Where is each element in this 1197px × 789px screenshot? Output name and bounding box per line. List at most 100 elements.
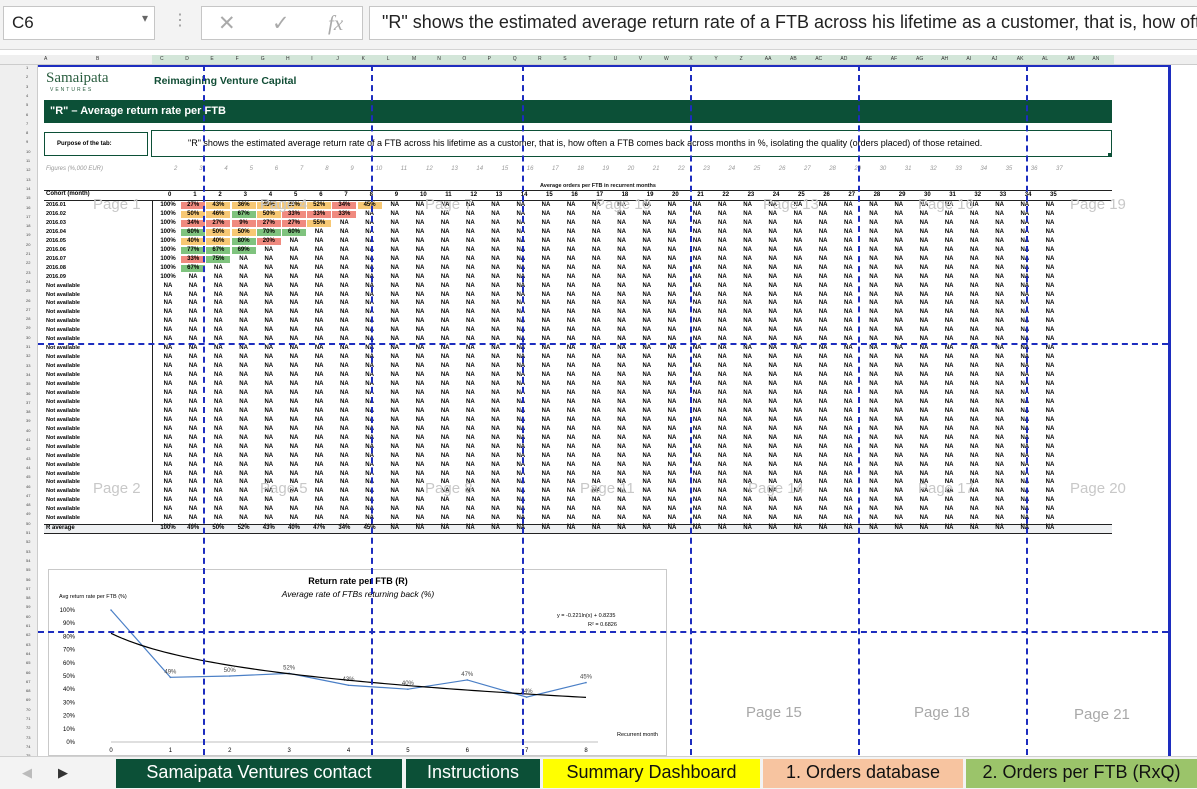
table-cell[interactable]: NA (509, 363, 533, 370)
table-cell[interactable]: NA (181, 372, 205, 379)
table-cell[interactable]: NA (912, 238, 936, 245)
table-cell[interactable]: NA (887, 265, 911, 272)
table-cell[interactable]: 80% (231, 237, 256, 245)
table-cell[interactable]: NA (887, 229, 911, 236)
table-cell[interactable]: NA (509, 462, 533, 469)
table-cell[interactable]: NA (761, 274, 785, 281)
row-number[interactable]: 22 (26, 260, 30, 265)
table-cell[interactable]: NA (383, 417, 407, 424)
table-cell[interactable]: NA (181, 274, 205, 281)
column-letter[interactable]: AJ (992, 56, 998, 62)
table-cell[interactable]: NA (685, 327, 709, 334)
table-cell[interactable]: NA (408, 399, 432, 406)
row-number[interactable]: 3 (26, 84, 28, 89)
table-cell[interactable]: NA (962, 471, 986, 478)
table-cell[interactable]: NA (584, 283, 608, 290)
table-cell[interactable]: NA (937, 462, 961, 469)
table-cell[interactable]: NA (610, 471, 634, 478)
table-cell[interactable]: NA (887, 274, 911, 281)
table-cell[interactable]: NA (358, 390, 382, 397)
table-cell[interactable]: NA (811, 399, 835, 406)
table-cell[interactable]: 75% (206, 255, 231, 263)
table-cell[interactable]: NA (433, 399, 457, 406)
table-cell[interactable]: NA (559, 408, 583, 415)
table-cell[interactable]: NA (660, 381, 684, 388)
table-cell[interactable]: NA (307, 488, 331, 495)
table-cell[interactable]: NA (282, 408, 306, 415)
table-cell[interactable]: NA (282, 462, 306, 469)
table-cell[interactable]: NA (534, 426, 558, 433)
table-cell[interactable]: NA (484, 372, 508, 379)
table-cell[interactable]: NA (282, 381, 306, 388)
table-cell[interactable]: NA (156, 426, 180, 433)
table-cell[interactable]: NA (1013, 372, 1037, 379)
table-cell[interactable]: NA (484, 211, 508, 218)
table-cell[interactable]: NA (156, 363, 180, 370)
table-cell[interactable]: NA (786, 399, 810, 406)
table-cell[interactable]: NA (408, 435, 432, 442)
table-cell[interactable]: NA (962, 292, 986, 299)
table-cell[interactable]: NA (358, 488, 382, 495)
table-cell[interactable]: NA (660, 211, 684, 218)
table-cell[interactable]: 100% (156, 220, 180, 227)
table-cell[interactable]: NA (433, 506, 457, 513)
table-cell[interactable]: NA (433, 229, 457, 236)
table-cell[interactable]: NA (307, 292, 331, 299)
table-cell[interactable]: NA (710, 265, 734, 272)
table-cell[interactable]: NA (736, 229, 760, 236)
table-cell[interactable]: NA (962, 444, 986, 451)
table-cell[interactable]: NA (332, 300, 356, 307)
table-cell[interactable]: NA (761, 309, 785, 316)
table-cell[interactable]: NA (962, 309, 986, 316)
table-cell[interactable]: NA (181, 283, 205, 290)
table-cell[interactable]: NA (862, 300, 886, 307)
table-cell[interactable]: NA (1038, 345, 1062, 352)
table-cell[interactable]: NA (206, 453, 230, 460)
table-cell[interactable]: NA (232, 479, 256, 486)
row-number[interactable]: 61 (26, 623, 30, 628)
table-cell[interactable]: NA (962, 354, 986, 361)
table-cell[interactable]: NA (383, 479, 407, 486)
table-cell[interactable]: NA (282, 265, 306, 272)
table-cell[interactable]: NA (937, 408, 961, 415)
column-letter[interactable]: AI (966, 56, 971, 62)
table-cell[interactable]: NA (1038, 229, 1062, 236)
table-cell[interactable]: NA (786, 318, 810, 325)
table-cell[interactable]: NA (937, 354, 961, 361)
table-cell[interactable]: NA (887, 462, 911, 469)
table-cell[interactable]: NA (887, 283, 911, 290)
table-cell[interactable]: NA (887, 399, 911, 406)
table-cell[interactable]: NA (206, 506, 230, 513)
table-cell[interactable]: NA (836, 363, 860, 370)
table-cell[interactable]: NA (836, 515, 860, 522)
table-cell[interactable]: NA (736, 435, 760, 442)
table-cell[interactable]: NA (584, 444, 608, 451)
table-cell[interactable]: NA (458, 327, 482, 334)
table-cell[interactable]: NA (257, 444, 281, 451)
table-cell[interactable]: NA (156, 381, 180, 388)
table-cell[interactable]: NA (408, 318, 432, 325)
table-cell[interactable]: NA (736, 327, 760, 334)
row-number[interactable]: 45 (26, 474, 30, 479)
table-cell[interactable]: NA (836, 506, 860, 513)
table-cell[interactable]: NA (307, 417, 331, 424)
table-cell[interactable]: NA (1038, 283, 1062, 290)
table-cell[interactable]: NA (962, 453, 986, 460)
table-cell[interactable]: NA (534, 408, 558, 415)
table-cell[interactable]: NA (383, 408, 407, 415)
table-cell[interactable]: NA (761, 265, 785, 272)
table-cell[interactable]: NA (484, 497, 508, 504)
column-letter[interactable]: AF (891, 56, 897, 62)
table-cell[interactable]: NA (181, 497, 205, 504)
table-cell[interactable]: NA (458, 220, 482, 227)
table-cell[interactable]: NA (736, 211, 760, 218)
table-cell[interactable]: NA (685, 506, 709, 513)
table-cell[interactable]: NA (1013, 318, 1037, 325)
table-cell[interactable]: NA (408, 497, 432, 504)
table-cell[interactable]: NA (156, 462, 180, 469)
table-cell[interactable]: NA (836, 390, 860, 397)
table-cell[interactable]: NA (358, 309, 382, 316)
table-cell[interactable]: NA (912, 444, 936, 451)
table-cell[interactable]: NA (408, 345, 432, 352)
table-cell[interactable]: NA (181, 318, 205, 325)
